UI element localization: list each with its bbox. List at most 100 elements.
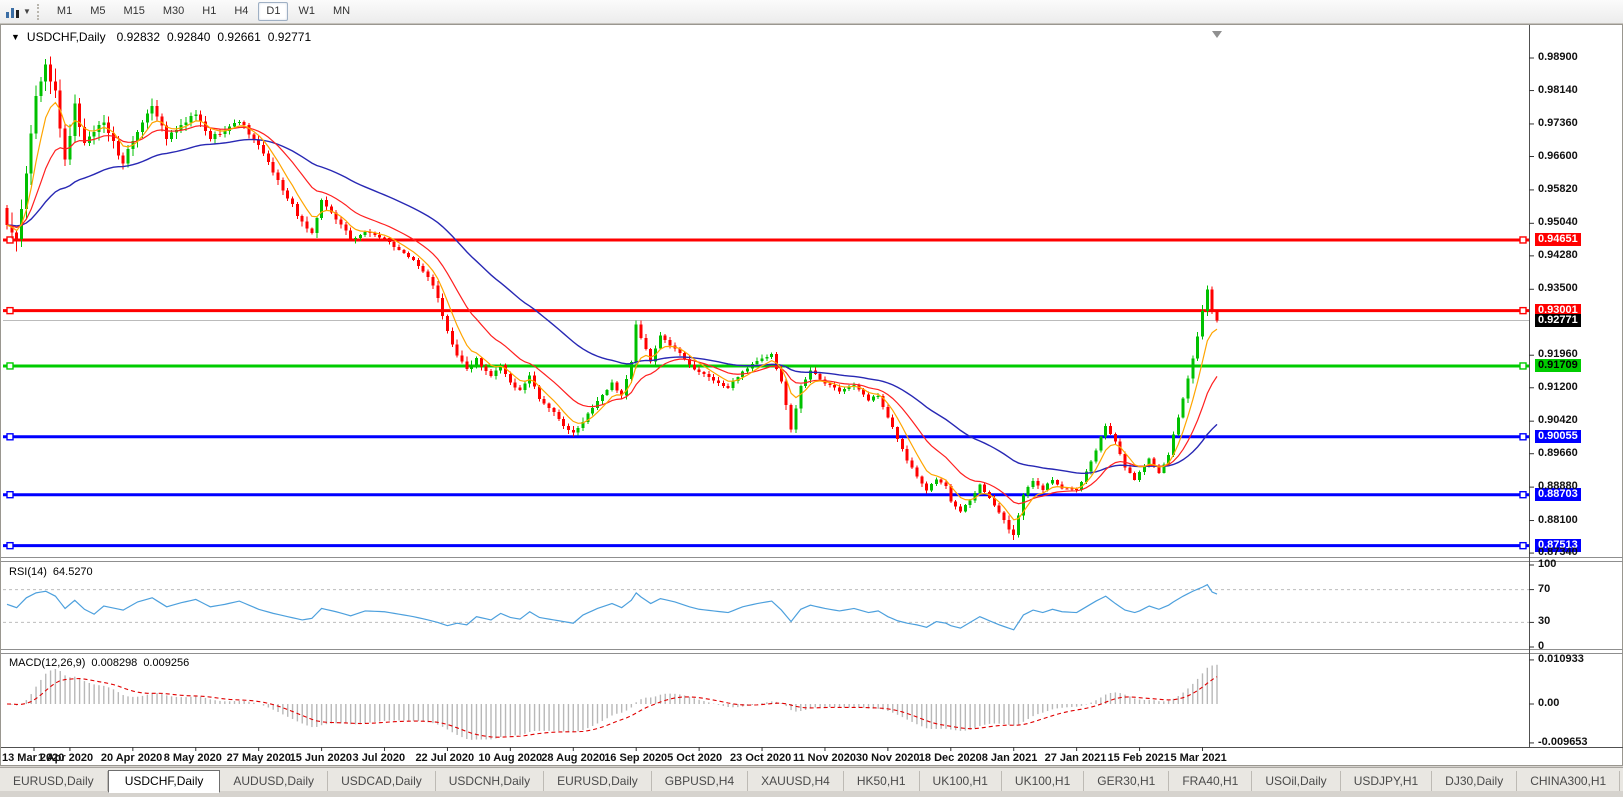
rsi-axis-label: 70 (1538, 582, 1551, 595)
hline-left-handle[interactable] (6, 541, 14, 550)
ma-mid-line (6, 125, 1218, 505)
rsi-name: RSI(14) (9, 566, 47, 578)
symbol-name: USDCHF,Daily (26, 30, 106, 44)
chart-tab-GBPUSD-H4[interactable]: GBPUSD,H4 (652, 771, 749, 792)
price-tick-label: 0.93500 (1538, 282, 1578, 295)
timeframe-button-D1[interactable]: D1 (258, 2, 289, 21)
chart-tab-EURUSD-Daily[interactable]: EURUSD,Daily (544, 771, 652, 792)
chart-tab-USDCNH-Daily[interactable]: USDCNH,Daily (436, 771, 545, 792)
chart-mode-icon[interactable] (3, 3, 23, 20)
ma-slow-line (6, 138, 1218, 475)
chart-tab-FRA40-H1[interactable]: FRA40,H1 (1169, 771, 1253, 792)
timeframe-button-W1[interactable]: W1 (290, 2, 323, 21)
chart-tab-bar: EURUSD,Daily USDCHF,Daily AUDUSD,Daily USDC… (0, 767, 1623, 793)
chart-tab-USDCHF-Daily[interactable]: USDCHF,Daily (107, 770, 221, 793)
price-tick-label: 0.98900 (1538, 51, 1578, 63)
macd-indicator-label: MACD(12,26,9) 0.008298 0.009256 (9, 657, 189, 669)
date-axis-label: 18 Dec 2020 (918, 752, 982, 764)
date-axis-label: 27 May 2020 (226, 752, 291, 764)
chart-tab-UK100-H1[interactable]: UK100,H1 (1002, 771, 1085, 792)
date-axis-label: 28 Aug 2020 (541, 752, 606, 764)
date-axis-label: 1 Apr 2020 (37, 752, 94, 764)
timeframe-button-M15[interactable]: M15 (115, 2, 152, 21)
hline-left-handle[interactable] (6, 306, 14, 315)
macd-axis-label: -0.009653 (1538, 735, 1588, 748)
ohlc-high: 0.92840 (167, 30, 211, 44)
timeframe-button-H4[interactable]: H4 (226, 2, 256, 21)
timeframe-button-MN[interactable]: MN (325, 2, 358, 21)
price-tick-label: 0.95820 (1538, 182, 1578, 195)
chart-canvas (1, 25, 1623, 751)
level-price-label[interactable]: 0.94651 (1535, 232, 1581, 246)
price-tick-label: 0.97360 (1538, 116, 1578, 129)
price-tick-label: 0.91960 (1538, 348, 1578, 361)
chart-tab-USDJPY-H1[interactable]: USDJPY,H1 (1341, 771, 1433, 792)
date-axis-label: 15 Feb 2021 (1107, 752, 1170, 764)
price-tick-label: 0.94280 (1538, 248, 1578, 261)
price-tick-label: 0.89660 (1538, 446, 1578, 459)
timeframe-button-M30[interactable]: M30 (155, 2, 192, 21)
chart-window: ▼ USDCHF,Daily 0.92832 0.92840 0.92661 0… (0, 24, 1623, 766)
chart-tab-EURUSD-Daily[interactable]: EURUSD,Daily (0, 771, 108, 792)
hline-right-handle[interactable] (1519, 362, 1527, 370)
hline-left-handle[interactable] (6, 491, 14, 499)
ohlc-open: 0.92832 (116, 30, 160, 44)
price-tick-label: 0.88880 (1538, 480, 1578, 493)
chart-tab-UK100-H1[interactable]: UK100,H1 (920, 771, 1002, 792)
hline-left-handle[interactable] (6, 362, 14, 370)
chart-tab-USOil-Daily[interactable]: USOil,Daily (1252, 771, 1341, 792)
chart-tab-AUDUSD-Daily[interactable]: AUDUSD,Daily (220, 771, 329, 792)
rsi-indicator-label: RSI(14) 64.5270 (9, 566, 93, 578)
macd-value-signal: 0.009256 (143, 657, 190, 669)
chart-tab-XAUUSD-H4[interactable]: XAUUSD,H4 (748, 771, 844, 792)
timeframe-button-M5[interactable]: M5 (82, 2, 113, 21)
ohlc-low: 0.92661 (217, 30, 261, 44)
date-axis-label: 8 May 2020 (163, 752, 222, 764)
hline-right-handle[interactable] (1519, 236, 1527, 244)
date-axis-label: 8 Jan 2021 (981, 752, 1038, 764)
chart-tab-DJ30-Daily[interactable]: DJ30,Daily (1432, 771, 1518, 792)
timeframe-button-H1[interactable]: H1 (194, 2, 224, 21)
chart-tab-HK50-H1[interactable]: HK50,H1 (844, 771, 920, 792)
price-tick-label: 0.87340 (1538, 546, 1578, 559)
level-price-label[interactable]: 0.91709 (1535, 358, 1581, 372)
chart-tab-USDCAD-Daily[interactable]: USDCAD,Daily (328, 771, 436, 792)
status-strip (0, 791, 1623, 797)
macd-histogram (11, 664, 1218, 740)
hline-left-handle[interactable] (6, 433, 14, 441)
date-axis-label: 30 Nov 2020 (855, 752, 920, 764)
date-axis-label: 23 Oct 2020 (730, 752, 792, 764)
date-axis-label: 27 Jan 2021 (1044, 752, 1107, 764)
rsi-axis-label: 0 (1538, 640, 1545, 652)
price-tick-label: 0.96600 (1538, 149, 1578, 162)
rsi-axis-label: 30 (1538, 615, 1551, 628)
hline-right-handle[interactable] (1519, 306, 1527, 315)
timeframe-toolbar: ▼ M1 M5 M15 M30 H1 H4 D1 W1 MN (0, 0, 1623, 24)
date-axis-label: 5 Oct 2020 (667, 752, 723, 764)
chart-tab-CHINA300-H1[interactable]: CHINA300,H1 (1517, 771, 1621, 792)
symbol-collapse-icon[interactable]: ▼ (11, 32, 20, 42)
ohlc-close: 0.92771 (267, 30, 312, 44)
date-axis-label: 5 Mar 2021 (1170, 752, 1227, 764)
current-price-label: 0.92771 (1535, 314, 1581, 328)
timeframe-button-M1[interactable]: M1 (49, 2, 80, 21)
level-price-label[interactable]: 0.90055 (1535, 429, 1581, 443)
hline-right-handle[interactable] (1519, 433, 1527, 441)
date-axis-label: 15 Jun 2020 (289, 752, 352, 764)
price-tick-label: 0.88100 (1538, 513, 1578, 526)
chart-tab-GER30-H1[interactable]: GER30,H1 (1084, 771, 1170, 792)
chart-mode-dropdown-caret-icon[interactable]: ▼ (23, 7, 31, 16)
macd-name: MACD(12,26,9) (9, 657, 86, 669)
chart-shift-marker-icon[interactable] (1212, 31, 1222, 38)
toolbar-grip[interactable] (36, 3, 44, 20)
price-tick-label: 0.98140 (1538, 83, 1578, 96)
date-axis-label: 16 Sep 2020 (604, 752, 668, 764)
hline-right-handle[interactable] (1519, 491, 1527, 499)
price-tick-label: 0.95040 (1538, 216, 1578, 229)
date-axis-label: 22 Jul 2020 (415, 752, 475, 764)
date-axis-label: 11 Nov 2020 (792, 752, 856, 764)
rsi-axis-label: 100 (1538, 558, 1557, 570)
hline-right-handle[interactable] (1519, 541, 1527, 550)
rsi-value: 64.5270 (52, 566, 93, 578)
date-axis-label: 20 Apr 2020 (100, 752, 163, 764)
